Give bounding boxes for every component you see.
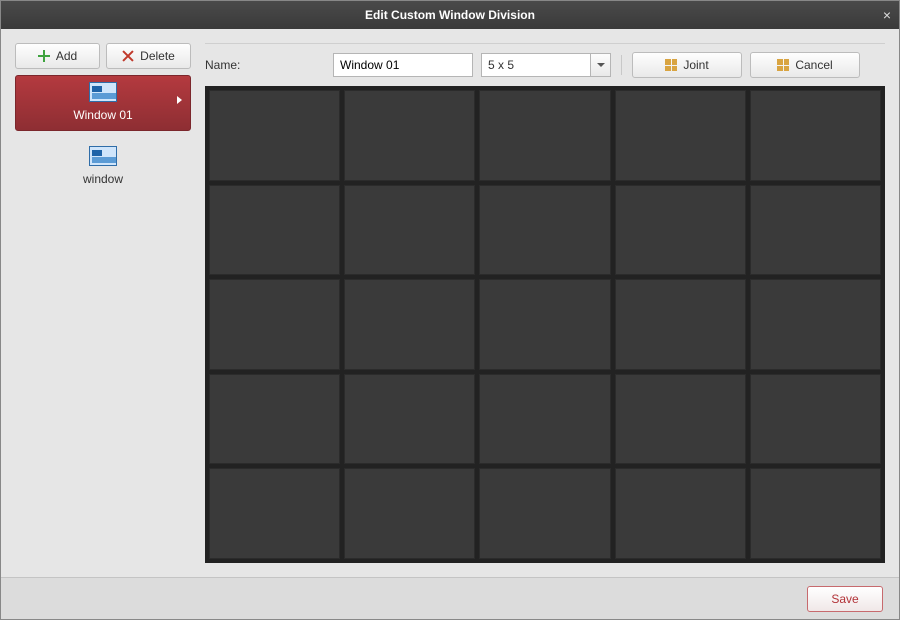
grid-size-value: 5 x 5 (482, 58, 590, 72)
grid-cell[interactable] (750, 468, 881, 559)
grid-cell[interactable] (750, 374, 881, 465)
dialog-title: Edit Custom Window Division (9, 8, 891, 22)
grid-cell[interactable] (209, 374, 340, 465)
grid-cell[interactable] (615, 279, 746, 370)
grid-cell[interactable] (479, 185, 610, 276)
grid-cell[interactable] (479, 374, 610, 465)
division-grid[interactable] (205, 86, 885, 563)
grid-cell[interactable] (344, 468, 475, 559)
plus-icon (38, 50, 50, 62)
delete-button-label: Delete (140, 49, 175, 63)
titlebar: Edit Custom Window Division × (1, 1, 899, 29)
chevron-down-icon (590, 54, 610, 76)
sidebar-item-label: Window 01 (73, 108, 132, 122)
separator (621, 55, 622, 75)
grid-cell[interactable] (209, 468, 340, 559)
grid-icon (777, 59, 789, 71)
grid-cell[interactable] (344, 185, 475, 276)
grid-size-select[interactable]: 5 x 5 (481, 53, 611, 77)
grid-cell[interactable] (615, 90, 746, 181)
grid-cell[interactable] (615, 185, 746, 276)
joint-button[interactable]: Joint (632, 52, 742, 78)
save-button[interactable]: Save (807, 586, 883, 612)
x-icon (122, 50, 134, 62)
dialog-body: Add Delete Window 01 window Name: (1, 29, 899, 577)
grid-cell[interactable] (750, 185, 881, 276)
dialog: Edit Custom Window Division × Add Delete… (0, 0, 900, 620)
toolbar: Name: 5 x 5 Joint Cancel (205, 52, 885, 78)
grid-cell[interactable] (344, 279, 475, 370)
sidebar-item-window-01[interactable]: Window 01 (15, 75, 191, 131)
grid-cell[interactable] (615, 468, 746, 559)
delete-button[interactable]: Delete (106, 43, 191, 69)
save-button-label: Save (831, 592, 858, 606)
name-input[interactable] (333, 53, 473, 77)
joint-button-label: Joint (683, 58, 708, 72)
grid-cell[interactable] (479, 279, 610, 370)
sidebar-button-row: Add Delete (15, 43, 191, 69)
chevron-right-icon (177, 96, 182, 104)
layout-icon (89, 82, 117, 102)
grid-cell[interactable] (209, 185, 340, 276)
grid-cell[interactable] (209, 279, 340, 370)
cancel-button[interactable]: Cancel (750, 52, 860, 78)
add-button[interactable]: Add (15, 43, 100, 69)
sidebar: Add Delete Window 01 window (15, 43, 191, 563)
main-pane: Name: 5 x 5 Joint Cancel (205, 43, 885, 563)
sidebar-item-window[interactable]: window (15, 139, 191, 195)
grid-cell[interactable] (615, 374, 746, 465)
grid-icon (665, 59, 677, 71)
sidebar-item-label: window (83, 172, 123, 186)
grid-cell[interactable] (750, 279, 881, 370)
grid-cell[interactable] (479, 90, 610, 181)
grid-cell[interactable] (209, 90, 340, 181)
close-icon[interactable]: × (883, 5, 891, 25)
grid-cell[interactable] (750, 90, 881, 181)
layout-icon (89, 146, 117, 166)
name-label: Name: (205, 58, 325, 72)
add-button-label: Add (56, 49, 77, 63)
grid-cell[interactable] (344, 374, 475, 465)
cancel-button-label: Cancel (795, 58, 832, 72)
footer: Save (1, 577, 899, 619)
grid-cell[interactable] (479, 468, 610, 559)
grid-cell[interactable] (344, 90, 475, 181)
